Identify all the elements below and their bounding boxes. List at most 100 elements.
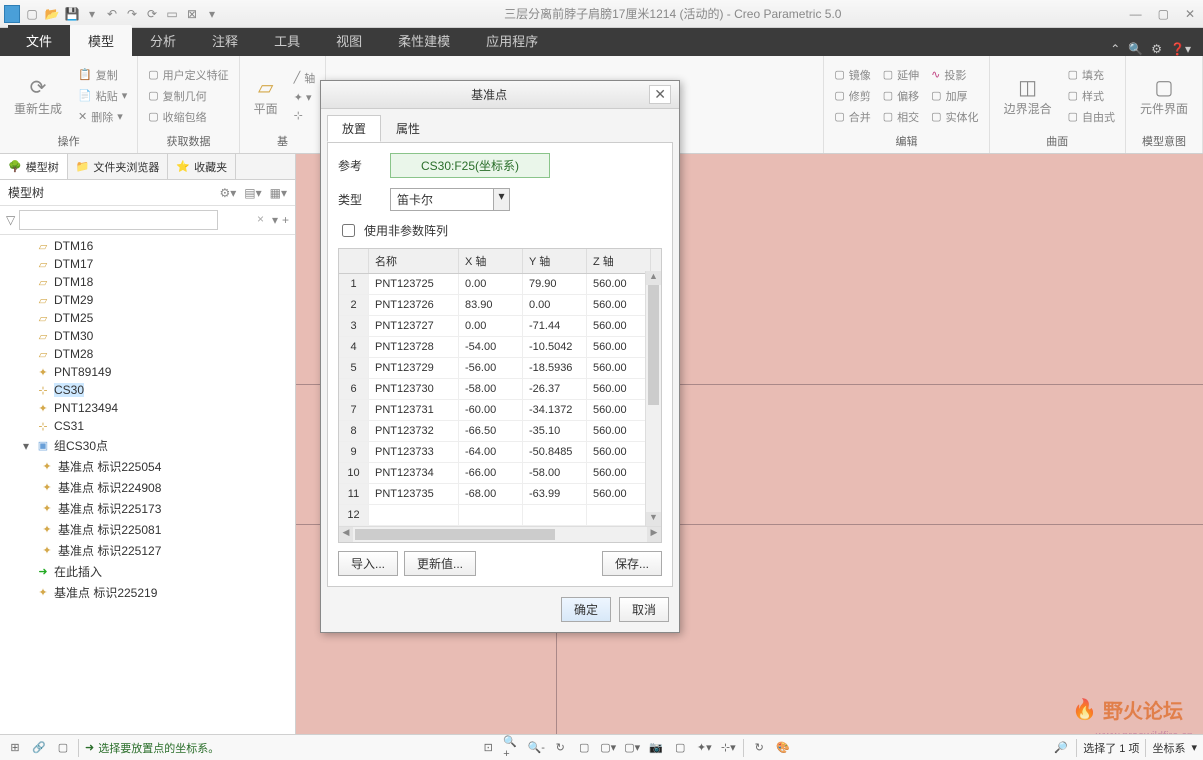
cell-z[interactable]: 560.00 [587,358,651,378]
search-icon[interactable]: 🔍 [1128,42,1143,56]
merge-item[interactable]: ▢ 合并 [830,107,874,127]
cell-x[interactable]: -68.00 [459,484,523,504]
cell-z[interactable]: 560.00 [587,463,651,483]
cell-name[interactable]: PNT123726 [369,295,459,315]
cell-y[interactable]: -58.00 [523,463,587,483]
table-vscroll[interactable]: ▲ ▼ [645,271,661,526]
tree-item[interactable]: ✦基准点 标识225127 [0,540,295,561]
cell-x[interactable]: -66.50 [459,421,523,441]
ref-collector[interactable]: CS30:F25(坐标系) [390,153,550,178]
table-row[interactable]: 11PNT123735-68.00-63.99560.00 [339,484,661,505]
cell-y[interactable]: -18.5936 [523,358,587,378]
cell-name[interactable]: PNT123725 [369,274,459,294]
project-item[interactable]: ∿ 投影 [927,65,982,85]
table-row[interactable]: 12 [339,505,661,526]
cell-y[interactable]: -71.44 [523,316,587,336]
tree-item[interactable]: ✦基准点 标识225081 [0,519,295,540]
cell-x[interactable]: -54.00 [459,337,523,357]
tree-item[interactable]: ✦基准点 标识224908 [0,477,295,498]
plane-button[interactable]: ▱平面 [246,71,286,121]
tab-view[interactable]: 视图 [318,25,380,56]
col-name[interactable]: 名称 [369,249,459,273]
cell-y[interactable]: -34.1372 [523,400,587,420]
dialog-close-button[interactable]: ✕ [649,85,671,104]
sb-datum-icon[interactable]: ⊹▾ [719,739,737,757]
open-icon[interactable]: 📂 [44,6,60,22]
trim-item[interactable]: ▢ 修剪 [830,86,874,106]
cell-x[interactable]: -60.00 [459,400,523,420]
cell-name[interactable]: PNT123727 [369,316,459,336]
tab-tools[interactable]: 工具 [256,25,318,56]
undo-icon[interactable]: ↶ [104,6,120,22]
tree-item[interactable]: ➜在此插入 [0,561,295,582]
filter-clear-icon[interactable]: × [257,212,264,226]
table-row[interactable]: 5PNT123729-56.00-18.5936560.00 [339,358,661,379]
cell-x[interactable]: -66.00 [459,463,523,483]
cell-x[interactable] [459,505,523,525]
cell-z[interactable]: 560.00 [587,316,651,336]
cell-name[interactable]: PNT123734 [369,463,459,483]
tree-item[interactable]: ✦基准点 标识225173 [0,498,295,519]
sb-tree-icon[interactable]: ⊞ [6,739,24,757]
copygeo-item[interactable]: ▢ 复制几何 [144,86,232,106]
cell-x[interactable]: -64.00 [459,442,523,462]
sidebar-tab-folder[interactable]: 📁 文件夹浏览器 [68,154,169,179]
close-button[interactable]: ✕ [1181,7,1199,21]
tree-item[interactable]: ⊹CS30 [0,381,295,399]
table-hscroll[interactable]: ◀ ▶ [339,526,661,542]
paste-item[interactable]: 📄 粘贴 ▾ [74,86,131,106]
sb-persp-icon[interactable]: ▢ [671,739,689,757]
tree-item[interactable]: ✦PNT123494 [0,399,295,417]
tree-item[interactable]: ⊹CS31 [0,417,295,435]
save-button[interactable]: 保存... [602,551,662,576]
cell-name[interactable]: PNT123733 [369,442,459,462]
help-dd-icon[interactable]: ❓▾ [1170,42,1191,56]
cell-x[interactable]: 83.90 [459,295,523,315]
sb-view3-icon[interactable]: ▢▾ [623,739,641,757]
tree-item[interactable]: ▱DTM18 [0,273,295,291]
import-button[interactable]: 导入... [338,551,398,576]
table-row[interactable]: 3PNT1237270.00-71.44560.00 [339,316,661,337]
tree-item[interactable]: ▱DTM29 [0,291,295,309]
sb-zoomout-icon[interactable]: 🔍- [527,739,545,757]
type-dropdown-icon[interactable]: ▾ [493,189,509,210]
tree-display-icon[interactable]: ▦▾ [270,186,287,200]
sb-render-icon[interactable]: 📷 [647,739,665,757]
nonparam-checkbox[interactable] [342,224,355,237]
dialog-tab-props[interactable]: 属性 [381,115,435,142]
cell-z[interactable]: 560.00 [587,274,651,294]
sb-color-icon[interactable]: 🎨 [774,739,792,757]
cell-z[interactable]: 560.00 [587,484,651,504]
thicken-item[interactable]: ▢ 加厚 [927,86,982,106]
table-row[interactable]: 9PNT123733-64.00-50.8485560.00 [339,442,661,463]
cell-name[interactable]: PNT123731 [369,400,459,420]
sb-zoomfit-icon[interactable]: ⊡ [479,739,497,757]
tree-item[interactable]: ✦基准点 标识225054 [0,456,295,477]
cell-z[interactable]: 560.00 [587,295,651,315]
vscroll-down-icon[interactable]: ▼ [646,512,661,526]
cell-z[interactable]: 560.00 [587,379,651,399]
tree-item[interactable]: ▱DTM16 [0,237,295,255]
cell-y[interactable]: -26.37 [523,379,587,399]
table-row[interactable]: 10PNT123734-66.00-58.00560.00 [339,463,661,484]
dialog-titlebar[interactable]: 基准点 ✕ [321,81,679,109]
maximize-button[interactable]: ▢ [1154,7,1173,21]
sb-spin-icon[interactable]: ↻ [750,739,768,757]
axis-item[interactable]: ╱ 轴 [290,68,320,88]
cell-y[interactable]: -10.5042 [523,337,587,357]
redo-icon[interactable]: ↷ [124,6,140,22]
compif-button[interactable]: ▢元件界面 [1132,71,1196,121]
hscroll-left-icon[interactable]: ◀ [339,527,353,542]
tree-item[interactable]: ▱DTM25 [0,309,295,327]
tab-flexmodel[interactable]: 柔性建模 [380,25,468,56]
model-tree[interactable]: ▱DTM16▱DTM17▱DTM18▱DTM29▱DTM25▱DTM30▱DTM… [0,235,295,734]
cell-name[interactable]: PNT123732 [369,421,459,441]
dialog-tab-place[interactable]: 放置 [327,115,381,142]
save-dd-icon[interactable]: ▾ [84,6,100,22]
cell-y[interactable]: -63.99 [523,484,587,504]
cancel-button[interactable]: 取消 [619,597,669,622]
new-icon[interactable]: ▢ [24,6,40,22]
selection-filter[interactable]: 坐标系 [1152,740,1185,756]
ok-button[interactable]: 确定 [561,597,611,622]
sb-link-icon[interactable]: 🔗 [30,739,48,757]
